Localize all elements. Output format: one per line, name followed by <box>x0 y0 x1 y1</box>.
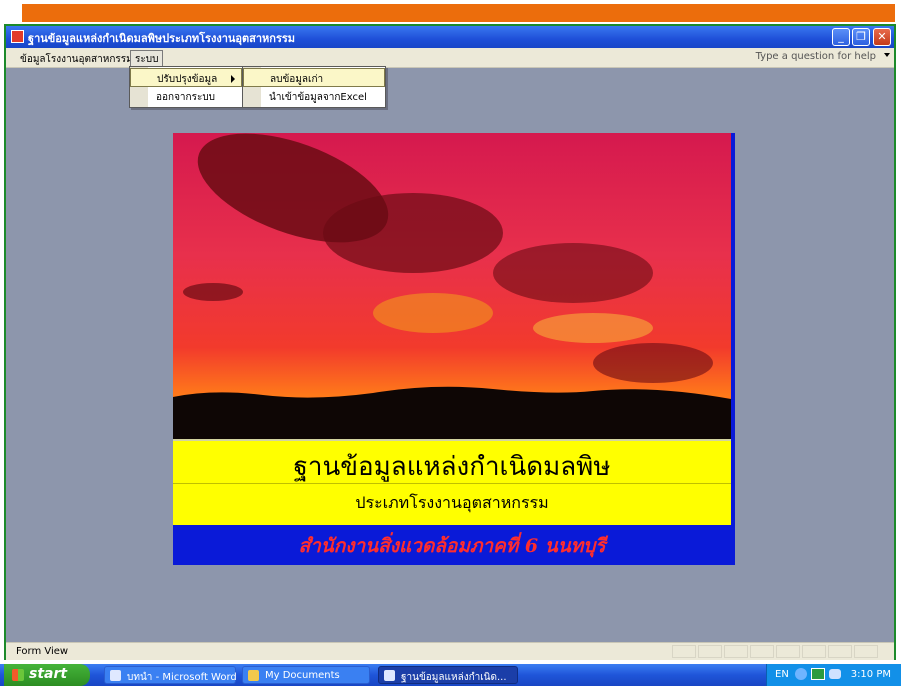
status-cell <box>750 645 774 658</box>
taskbar-item-label: My Documents <box>265 670 340 681</box>
office-band: สำนักงานสิ่งแวดล้อมภาคที่ 6 นนทบุรี <box>173 525 731 565</box>
orange-accent-bar <box>22 4 895 22</box>
update-submenu: ลบข้อมูลเก่า นำเข้าข้อมูลจากExcel <box>242 66 386 108</box>
clock[interactable]: 3:10 PM <box>851 669 891 680</box>
splash-subtitle: ประเภทโรงงานอุตสาหกรรม <box>355 493 549 512</box>
top-frame <box>0 0 901 26</box>
taskbar-item-label: ฐานข้อมูลแหล่งกำเนิด... <box>401 672 507 683</box>
status-cell <box>698 645 722 658</box>
splash-title: ฐานข้อมูลแหล่งกำเนิดมลพิษ <box>293 452 611 482</box>
submenu-arrow-icon <box>231 75 235 83</box>
splash-form: ฐานข้อมูลแหล่งกำเนิดมลพิษ ประเภทโรงงานอุ… <box>173 133 735 565</box>
status-bar: Form View <box>6 642 894 660</box>
window-title: ฐานข้อมูลแหล่งกำเนิดมลพิษประเภทโรงงานอุต… <box>28 32 296 45</box>
title-divider <box>173 483 731 484</box>
status-cell <box>672 645 696 658</box>
windows-flag-icon <box>12 669 24 681</box>
access-icon <box>384 670 395 681</box>
menu-factory-data[interactable]: ข้อมูลโรงงานอุตสาหกรรม <box>16 51 137 68</box>
tray-app-icon[interactable] <box>811 668 825 680</box>
menu-item-logout[interactable]: ออกจากระบบ <box>130 87 242 106</box>
office-name: สำนักงานสิ่งแวดล้อมภาคที่ 6 นนทบุรี <box>298 535 606 557</box>
taskbar-item-my-documents[interactable]: My Documents <box>242 666 370 684</box>
status-cell <box>828 645 852 658</box>
sunset-image <box>173 133 731 439</box>
menu-item-delete-old-data[interactable]: ลบข้อมูลเก่า <box>243 68 385 87</box>
show-hidden-icons-icon[interactable] <box>795 668 807 680</box>
taskbar-item-label: บทนำ - Microsoft Word <box>127 672 237 683</box>
start-button[interactable]: start <box>4 664 90 686</box>
status-cell <box>776 645 800 658</box>
help-dropdown-arrow-icon[interactable] <box>884 53 890 57</box>
mountain-silhouette <box>173 386 731 439</box>
word-icon <box>110 670 121 681</box>
restore-button[interactable]: ❐ <box>852 28 870 46</box>
taskbar: start บทนำ - Microsoft Word My Documents… <box>0 664 901 686</box>
mdi-client-area: ฐานข้อมูลแหล่งกำเนิดมลพิษ ประเภทโรงงานอุ… <box>6 68 894 642</box>
status-cell <box>724 645 748 658</box>
title-panel: ฐานข้อมูลแหล่งกำเนิดมลพิษ ประเภทโรงงานอุ… <box>173 439 731 525</box>
system-tray: EN 3:10 PM <box>766 664 901 686</box>
menu-item-update-data[interactable]: ปรับปรุงข้อมูล <box>130 68 242 87</box>
menu-item-logout-label: ออกจากระบบ <box>156 92 216 103</box>
status-cell <box>854 645 878 658</box>
menu-item-delete-old-data-label: ลบข้อมูลเก่า <box>270 74 324 85</box>
help-search-input[interactable]: Type a question for help <box>756 51 876 62</box>
menu-bar: ข้อมูลโรงงานอุตสาหกรรม ระบบ Type a quest… <box>6 48 894 69</box>
network-icon[interactable] <box>829 669 841 679</box>
minimize-button[interactable]: _ <box>832 28 850 46</box>
title-bar[interactable]: ฐานข้อมูลแหล่งกำเนิดมลพิษประเภทโรงงานอุต… <box>6 26 894 48</box>
close-button[interactable]: ✕ <box>873 28 891 46</box>
language-indicator[interactable]: EN <box>775 669 789 680</box>
folder-icon <box>248 670 259 681</box>
menu-item-update-data-label: ปรับปรุงข้อมูล <box>157 74 218 85</box>
menu-item-import-excel[interactable]: นำเข้าข้อมูลจากExcel <box>243 87 385 106</box>
status-cell <box>802 645 826 658</box>
status-text: Form View <box>16 646 69 657</box>
taskbar-item-access[interactable]: ฐานข้อมูลแหล่งกำเนิด... <box>378 666 518 684</box>
start-label: start <box>29 666 68 682</box>
access-app-icon[interactable] <box>11 30 24 43</box>
menu-item-import-excel-label: นำเข้าข้อมูลจากExcel <box>269 92 367 103</box>
app-window: ฐานข้อมูลแหล่งกำเนิดมลพิษประเภทโรงงานอุต… <box>4 24 896 660</box>
system-menu-dropdown: ปรับปรุงข้อมูล ออกจากระบบ <box>129 66 243 108</box>
taskbar-item-word[interactable]: บทนำ - Microsoft Word <box>104 666 237 684</box>
